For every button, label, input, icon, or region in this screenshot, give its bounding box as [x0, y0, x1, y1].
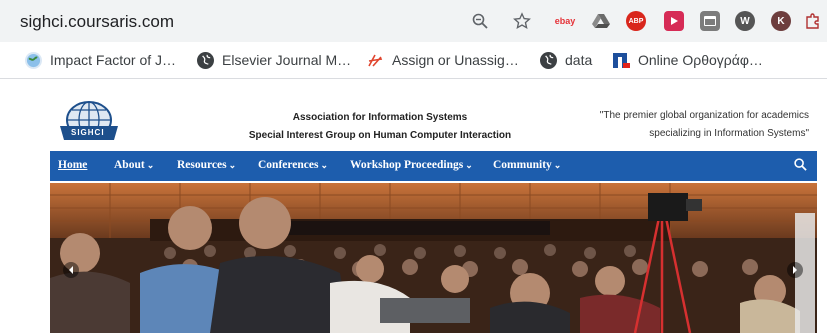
- ebay-extension-icon[interactable]: ebay: [552, 11, 578, 31]
- bookmark-assign[interactable]: Assign or Unassig…: [367, 51, 519, 69]
- bookmark-online-orthografos[interactable]: Online Ορθογράφ…: [613, 51, 763, 69]
- adblock-extension-icon[interactable]: ABP: [626, 11, 646, 31]
- globe-icon: [197, 51, 214, 69]
- association-line-1: Association for Information Systems: [292, 112, 468, 123]
- hero-carousel-image: [50, 183, 817, 333]
- nl-icon: [613, 52, 630, 69]
- carousel-next-button[interactable]: [787, 262, 803, 278]
- url-text[interactable]: sighci.coursaris.com: [20, 12, 174, 32]
- main-nav: Home About ⌄ Resources ⌄ Conferences ⌄ Work…: [50, 151, 817, 181]
- sighci-logo[interactable]: SIGHCI: [58, 100, 120, 146]
- quote-line-1: "The premier global organization for aca…: [599, 110, 809, 121]
- carousel-prev-button[interactable]: [63, 262, 79, 278]
- logo-text: SIGHCI: [71, 128, 105, 137]
- association-title: Association for Information Systems Spec…: [230, 109, 530, 145]
- video-extension-icon[interactable]: [664, 11, 684, 31]
- globe-icon: [540, 51, 557, 69]
- nav-community[interactable]: Community ⌄: [493, 159, 561, 171]
- nav-resources[interactable]: Resources ⌄: [177, 159, 236, 171]
- chevron-down-icon: ⌄: [146, 160, 155, 170]
- wikiwand-extension-icon[interactable]: W: [735, 11, 755, 31]
- bookmarks-bar: Impact Factor of J… Elsevier Journal M… …: [0, 42, 827, 79]
- chevron-down-icon: ⌄: [465, 160, 473, 170]
- nav-about[interactable]: About ⌄: [114, 159, 154, 171]
- address-bar[interactable]: sighci.coursaris.com ebay ABP W K: [0, 0, 827, 42]
- association-line-2: Special Interest Group on Human Computer…: [248, 130, 512, 141]
- chevron-down-icon: ⌄: [320, 160, 329, 170]
- zoom-icon[interactable]: [470, 11, 490, 31]
- bookmark-data[interactable]: data: [540, 51, 592, 69]
- nav-home[interactable]: Home: [58, 159, 87, 171]
- bookmark-elsevier[interactable]: Elsevier Journal M…: [197, 51, 351, 69]
- puzzle-extension-icon[interactable]: [803, 11, 823, 31]
- nav-conferences[interactable]: Conferences ⌄: [258, 159, 328, 171]
- chevron-down-icon: ⌄: [553, 160, 562, 170]
- bookmark-impact-factor[interactable]: Impact Factor of J…: [25, 51, 176, 69]
- chevron-down-icon: ⌄: [228, 160, 237, 170]
- profile-extension-icon[interactable]: K: [771, 11, 791, 31]
- quote-line-2: specializing in Information Systems": [649, 128, 809, 139]
- globe-icon: [25, 51, 42, 69]
- tab-extension-icon[interactable]: [700, 11, 720, 31]
- nav-workshop-proceedings[interactable]: Workshop Proceedings ⌄: [350, 159, 473, 171]
- scribble-icon: [367, 52, 384, 69]
- search-icon[interactable]: [794, 158, 807, 174]
- star-icon[interactable]: [512, 11, 532, 31]
- tagline-quote: "The premier global organization for aca…: [579, 107, 809, 143]
- drive-extension-icon[interactable]: [591, 11, 611, 31]
